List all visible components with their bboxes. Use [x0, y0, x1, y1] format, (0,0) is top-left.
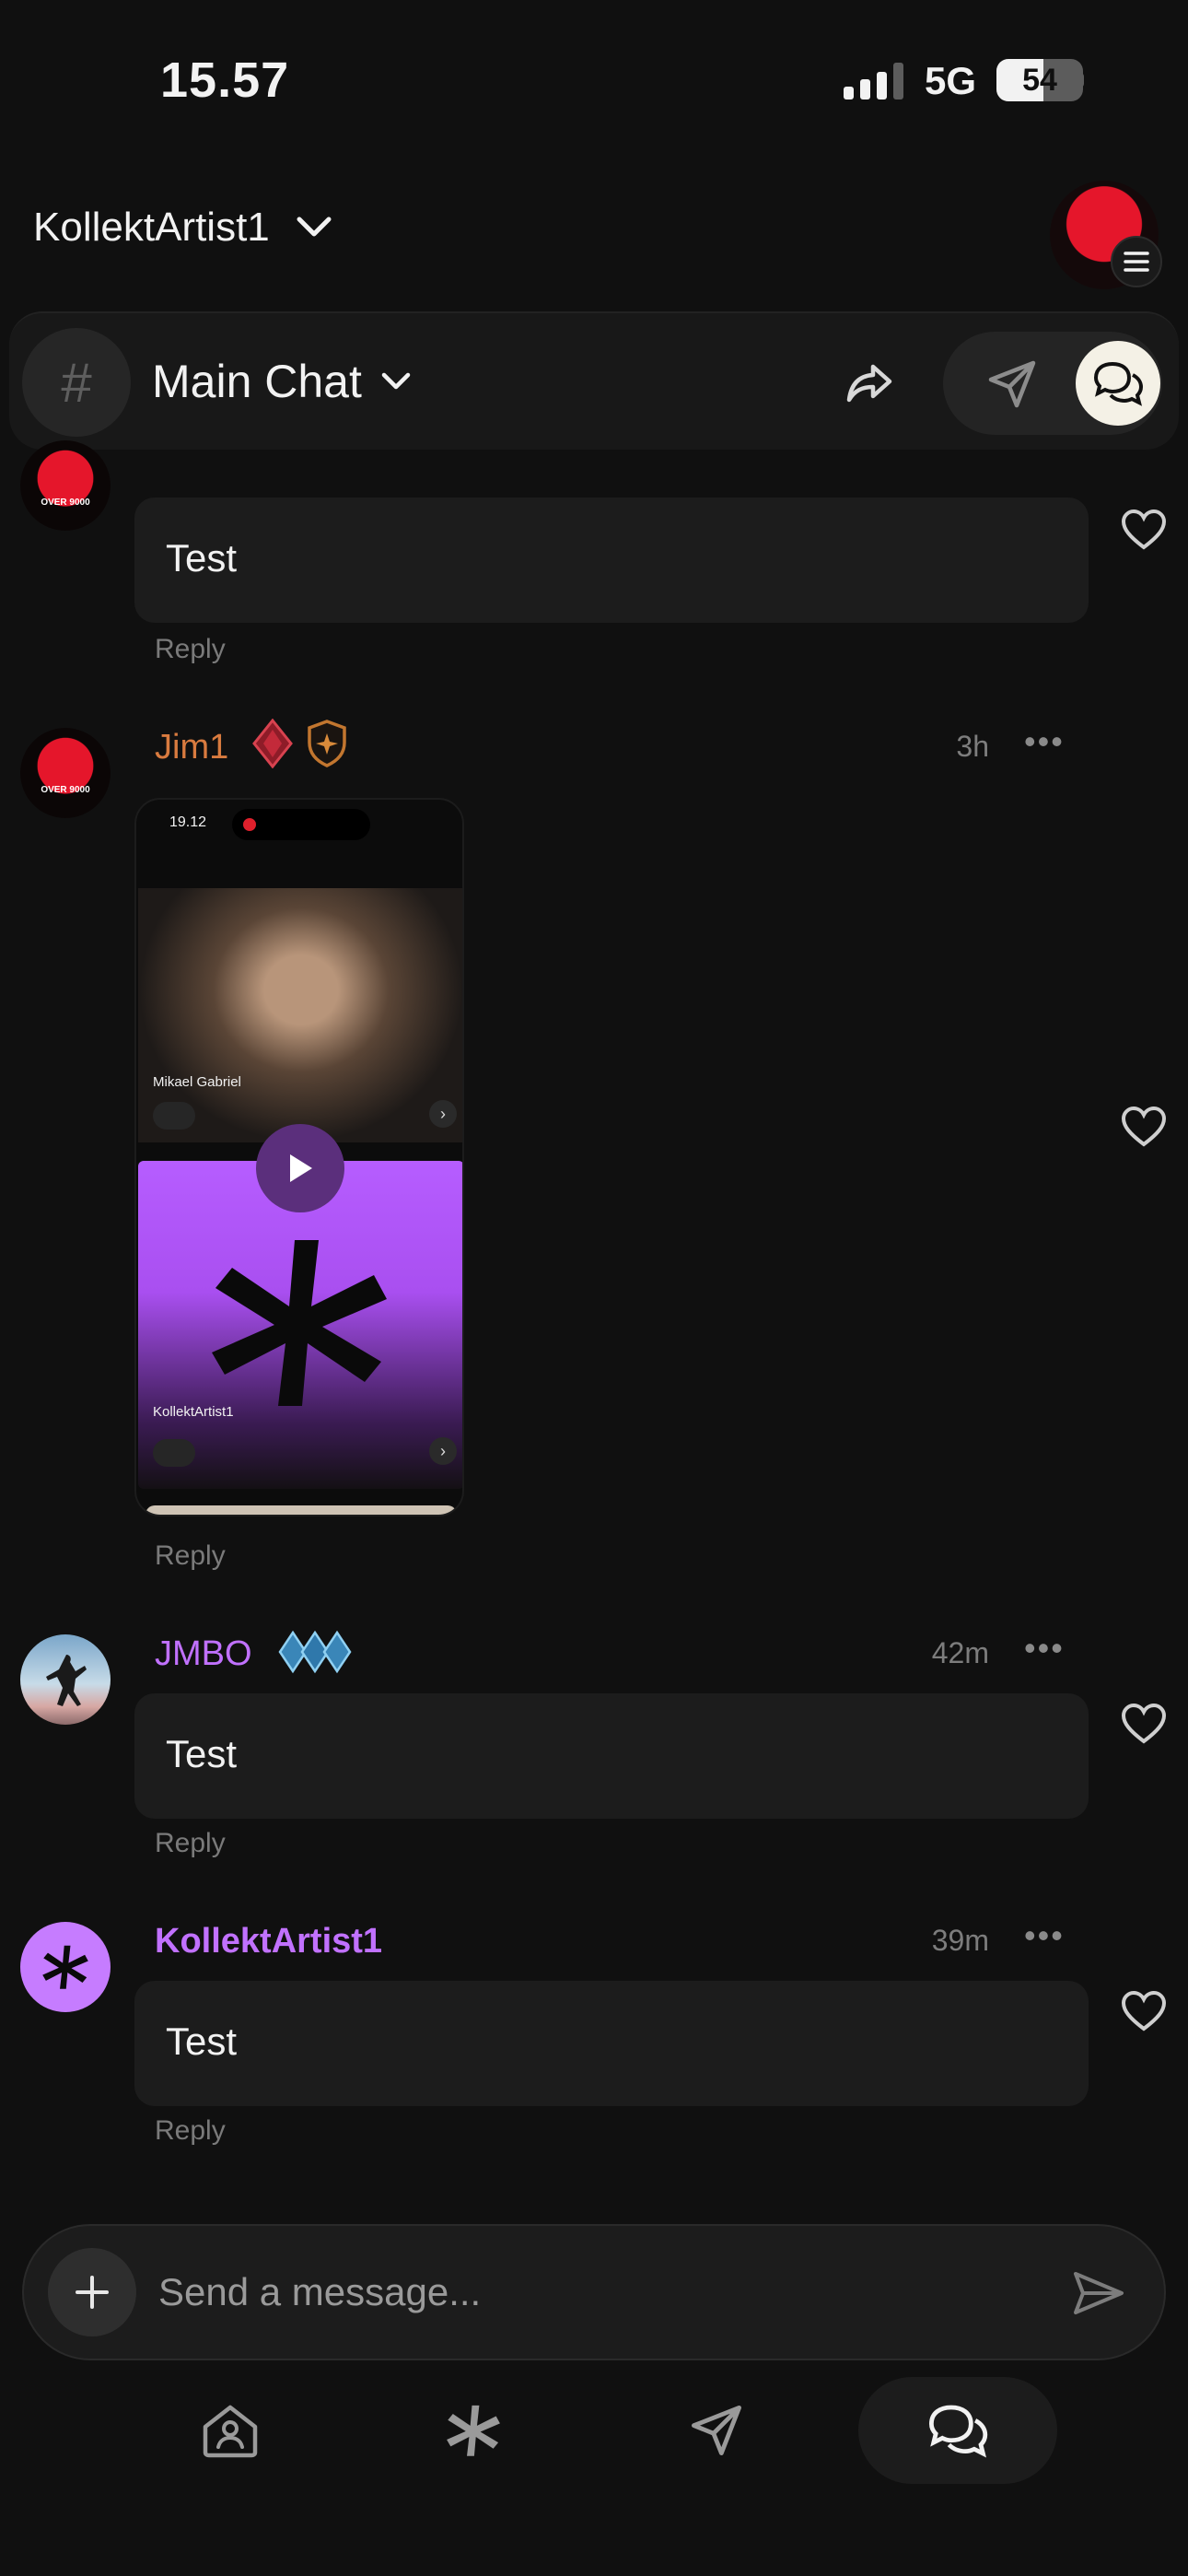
avatar[interactable] [20, 1922, 111, 2012]
reply-link[interactable]: Reply [155, 634, 226, 665]
artist-card: Mikael Gabriel › [138, 888, 462, 1142]
tab-chat[interactable] [858, 2377, 1057, 2484]
battery-level: 54 [1022, 63, 1057, 98]
message-bubble[interactable]: Test [134, 1693, 1089, 1819]
heart-icon[interactable] [1120, 1990, 1168, 2032]
card-label: Mikael Gabriel [153, 1074, 241, 1090]
author-name[interactable]: JMBO [155, 1634, 252, 1674]
chevron-right-icon: › [429, 1437, 457, 1465]
paper-plane-icon [692, 2406, 741, 2455]
image-attachment[interactable]: 19.12 Mikael Gabriel › KollektArtist1 › [134, 798, 464, 1516]
message-text: Test [166, 2020, 238, 2063]
plus-icon [76, 2276, 109, 2309]
home-icon [203, 2405, 258, 2458]
play-icon[interactable] [256, 1124, 344, 1212]
profile-avatar[interactable] [1050, 181, 1162, 289]
view-toggle [943, 332, 1162, 435]
chevron-down-icon [381, 372, 411, 390]
badge-group [276, 1629, 354, 1675]
message-input[interactable] [158, 2263, 987, 2322]
message-composer [22, 2224, 1166, 2360]
message-bubble[interactable]: Test [134, 498, 1089, 623]
tab-bar [0, 2377, 1188, 2506]
signal-icon [844, 63, 903, 100]
more-icon[interactable]: ••• [1024, 1629, 1065, 1668]
attachment-status-time: 19.12 [169, 814, 207, 830]
message-text: Test [166, 536, 238, 580]
avatar[interactable] [20, 1634, 111, 1725]
diamond-badge-icon [278, 1630, 352, 1674]
channel-name: Main Chat [152, 356, 362, 407]
timestamp: 3h [956, 730, 989, 763]
badge-group [250, 719, 348, 768]
reply-link[interactable]: Reply [155, 2115, 226, 2147]
chat-bubbles-icon[interactable] [1076, 341, 1160, 426]
message-bubble[interactable]: Test [134, 1981, 1089, 2106]
add-attachment-button[interactable] [48, 2248, 136, 2336]
menu-icon[interactable] [1111, 236, 1162, 287]
more-icon[interactable]: ••• [1024, 1916, 1065, 1955]
network-label: 5G [925, 59, 977, 102]
author-name[interactable]: Jim1 [155, 728, 228, 767]
tab-home[interactable] [184, 2377, 276, 2484]
shield-badge-icon [308, 720, 346, 767]
avatar[interactable]: OVER 9000 [20, 440, 111, 531]
reply-link[interactable]: Reply [155, 1540, 226, 1572]
timestamp: 39m [931, 1924, 989, 1957]
heart-icon[interactable] [1120, 1106, 1168, 1148]
send-icon[interactable] [1072, 2268, 1125, 2318]
account-name: KollektArtist1 [33, 205, 270, 250]
channel-bar: # Main Chat [9, 311, 1179, 450]
timestamp: 42m [931, 1636, 989, 1669]
battery-icon: 54 [996, 59, 1083, 101]
message-text: Test [166, 1732, 238, 1775]
account-switcher[interactable]: KollektArtist1 [33, 205, 332, 251]
tab-messages[interactable] [670, 2377, 763, 2484]
heart-icon[interactable] [1120, 509, 1168, 551]
chat-bubbles-icon [928, 2405, 988, 2458]
asterisk-logo-icon [212, 1240, 387, 1406]
chevron-down-icon [297, 217, 332, 237]
asterisk-icon [447, 2405, 500, 2456]
heart-icon[interactable] [1120, 1703, 1168, 1745]
paper-plane-icon[interactable] [985, 357, 1039, 411]
card-label: KollektArtist1 [153, 1404, 234, 1420]
share-icon[interactable] [842, 356, 897, 411]
hash-icon[interactable]: # [22, 328, 131, 437]
ruby-badge-icon [252, 719, 293, 768]
status-bar: 15.57 5G 54 [0, 0, 1188, 157]
avatar[interactable]: OVER 9000 [20, 728, 111, 818]
tab-kollekt[interactable] [427, 2377, 519, 2484]
reply-link[interactable]: Reply [155, 1828, 226, 1859]
chevron-right-icon: › [429, 1100, 457, 1128]
more-icon[interactable]: ••• [1024, 722, 1065, 761]
status-time: 15.57 [160, 53, 290, 108]
author-name[interactable]: KollektArtist1 [155, 1922, 382, 1961]
channel-selector[interactable]: Main Chat [152, 355, 412, 408]
